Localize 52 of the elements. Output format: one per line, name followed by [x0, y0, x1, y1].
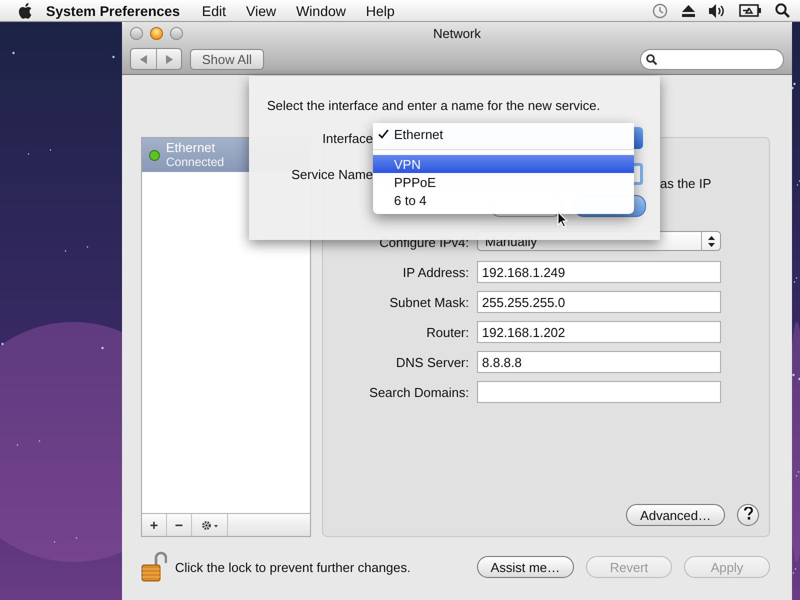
- search-icon[interactable]: [775, 3, 790, 18]
- volume-icon[interactable]: [709, 4, 725, 18]
- menu-option[interactable]: VPN: [373, 155, 634, 173]
- field-label: IP Address:: [402, 264, 470, 280]
- input-field[interactable]: 192.168.1.202: [477, 321, 721, 343]
- menu-item[interactable]: Edit: [192, 2, 236, 18]
- battery-icon[interactable]: [739, 4, 761, 17]
- zoom-button[interactable]: [170, 26, 183, 40]
- service-name: Ethernet: [166, 141, 216, 155]
- apple-icon[interactable]: [18, 2, 32, 18]
- back-icon: [140, 54, 147, 64]
- footer-button[interactable]: Assist me…: [476, 556, 574, 578]
- advanced-button[interactable]: Advanced…: [626, 504, 725, 526]
- close-button[interactable]: [130, 26, 143, 40]
- field-label: Configure IPv4:: [378, 234, 470, 250]
- clock-icon[interactable]: [652, 2, 668, 18]
- search-icon: [646, 54, 657, 64]
- menu-option[interactable]: 6 to 4: [373, 191, 634, 209]
- window-title: Network: [433, 26, 481, 40]
- panel-note: as the IP: [660, 176, 712, 191]
- help-button[interactable]: [737, 504, 759, 526]
- field-label: DNS Server:: [395, 354, 470, 370]
- input-field[interactable]: [477, 381, 721, 403]
- input-field[interactable]: 192.168.1.249: [477, 261, 721, 283]
- eject-icon[interactable]: [682, 4, 695, 16]
- field-label: Search Domains:: [368, 384, 470, 400]
- input-field[interactable]: 255.255.255.0: [477, 291, 721, 313]
- menu-item[interactable]: Window: [286, 2, 356, 18]
- search-field[interactable]: [640, 48, 784, 70]
- menu-option[interactable]: PPPoE: [373, 173, 634, 191]
- minimize-button[interactable]: [150, 26, 163, 40]
- menu-item[interactable]: View: [236, 2, 286, 18]
- padlock-icon[interactable]: [141, 551, 167, 583]
- field-label: Router:: [425, 324, 470, 340]
- interface-label: Interface: [321, 130, 373, 146]
- tool-button[interactable]: +: [142, 514, 167, 536]
- menu-option[interactable]: Ethernet: [373, 125, 634, 143]
- field-label: Subnet Mask:: [388, 294, 470, 310]
- back-forward-control[interactable]: [130, 48, 182, 70]
- service-status: Connected: [166, 155, 224, 169]
- gear-icon: [201, 520, 218, 530]
- input-field[interactable]: 8.8.8.8: [477, 351, 721, 373]
- sheet-instruction: Select the interface and enter a name for the new service.: [267, 98, 600, 113]
- app-menu[interactable]: System Preferences: [32, 2, 192, 18]
- lock-message: Click the lock to prevent further changes.: [175, 560, 411, 574]
- question-icon: [744, 507, 752, 520]
- menu-item[interactable]: Help: [356, 2, 405, 18]
- forward-icon: [166, 54, 172, 64]
- show-all-button[interactable]: Show All: [190, 48, 264, 70]
- stepper-arrows-icon: [708, 236, 714, 246]
- tool-button[interactable]: −: [167, 514, 192, 536]
- checkmark-icon: [378, 129, 389, 139]
